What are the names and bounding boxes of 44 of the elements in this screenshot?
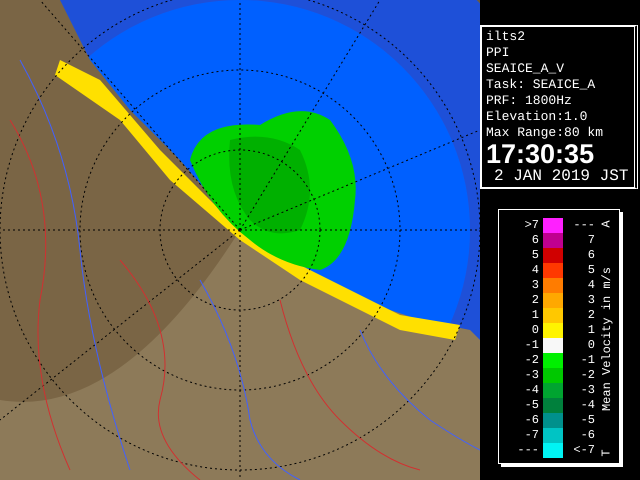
- legend-label: 5: [586, 263, 595, 278]
- legend-label: 3: [530, 278, 540, 293]
- legend-label: -1: [524, 338, 540, 353]
- legend-label: 7: [586, 233, 595, 248]
- legend-label: -7: [524, 428, 540, 443]
- legend-label: 4: [530, 263, 540, 278]
- info-text: PRF: 1800Hz: [486, 93, 573, 109]
- info-text: ilts2: [486, 29, 526, 45]
- info-text: Elevation:1.0: [486, 109, 588, 125]
- info-text: Task: SEAICE_A: [486, 77, 596, 93]
- legend-label: -5: [524, 398, 540, 413]
- time-text: 17:30:35: [486, 141, 596, 167]
- legend-label: >7: [524, 218, 540, 233]
- legend-label: -2: [524, 353, 540, 368]
- legend-label: ---: [516, 443, 540, 458]
- info-text: SEAICE_A_V: [486, 61, 566, 77]
- legend-label: -3: [524, 368, 540, 383]
- legend-mark: T: [601, 449, 613, 457]
- legend-label: -2: [580, 368, 595, 383]
- legend-label: -6: [580, 428, 595, 443]
- legend-label: 4: [586, 278, 595, 293]
- legend-label: -5: [580, 413, 595, 428]
- legend-label: -6: [524, 413, 540, 428]
- legend-label: -4: [580, 398, 595, 413]
- info-text: Max Range:80 km: [486, 125, 604, 141]
- legend-label: -3: [580, 383, 595, 398]
- legend-label: 1: [530, 308, 540, 323]
- info-text: PPI: [486, 45, 510, 61]
- legend-label: 2: [530, 293, 540, 308]
- legend-label: 1: [586, 323, 595, 338]
- legend-label: -1: [580, 353, 595, 368]
- legend-title: Mean Velocity in m/s: [599, 266, 615, 411]
- legend-label: 5: [530, 248, 540, 263]
- legend-label: 0: [530, 323, 540, 338]
- legend-label: -4: [524, 383, 540, 398]
- legend-mark: A: [601, 220, 613, 228]
- legend-label: ---: [572, 218, 595, 233]
- legend-label: <-7: [572, 443, 595, 458]
- legend-label: 6: [530, 233, 540, 248]
- date-text: 2 JAN 2019 JST: [493, 167, 630, 185]
- legend-label: 3: [586, 293, 595, 308]
- legend-label: 6: [586, 248, 595, 263]
- legend-label: 0: [586, 338, 595, 353]
- legend-label: 2: [586, 308, 595, 323]
